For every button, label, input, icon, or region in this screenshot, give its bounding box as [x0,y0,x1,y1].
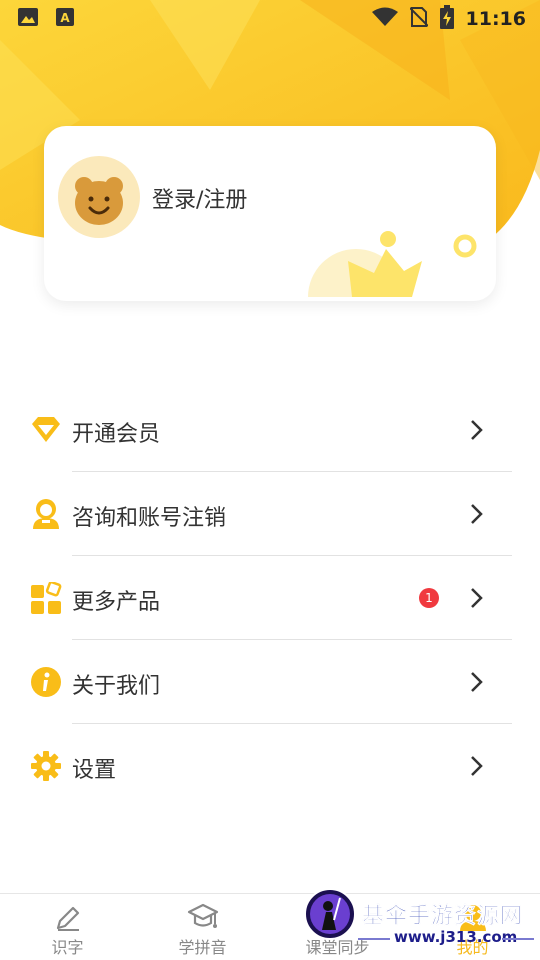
menu-item-membership[interactable]: 开通会员 [0,388,540,472]
menu-item-settings[interactable]: 设置 [0,724,540,808]
settings-menu: 开通会员 咨询和账号注销 更多产品 1 关于我们 设置 [0,388,540,808]
info-icon [30,666,62,698]
menu-item-label: 开通会员 [72,422,161,447]
watermark-title: 基伞手游资源网 [362,904,524,930]
diamond-icon [30,414,62,446]
menu-item-label: 关于我们 [72,674,161,699]
watermark-rule [502,938,534,940]
support-agent-icon [30,498,62,530]
chevron-right-icon [466,502,488,526]
user-card[interactable]: 登录/注册 [44,126,496,301]
menu-item-support[interactable]: 咨询和账号注销 [0,472,540,556]
watermark-url: www.j313.com [394,928,518,946]
menu-item-label: 更多产品 [72,590,161,615]
menu-item-label: 咨询和账号注销 [72,506,227,531]
nav-item-literacy[interactable]: 识字 [0,894,135,960]
font-a-icon: A [56,8,74,30]
status-bar: A 11:16 [0,0,540,38]
battery-charging-icon [439,5,454,33]
login-register-link[interactable]: 登录/注册 [152,182,247,214]
menu-item-about-us[interactable]: 关于我们 [0,640,540,724]
crown-icon [286,227,496,301]
notification-badge: 1 [419,588,439,608]
chevron-right-icon [466,586,488,610]
svg-text:A: A [60,11,70,25]
bear-icon[interactable] [58,156,140,238]
chevron-right-icon [466,670,488,694]
image-icon [18,8,38,30]
watermark-logo-icon [304,888,356,940]
apps-icon [30,580,62,614]
nav-label: 学拼音 [178,938,227,957]
no-sim-icon [408,6,429,32]
chevron-right-icon [466,418,488,442]
menu-item-label: 设置 [72,758,117,783]
nav-item-pinyin[interactable]: 学拼音 [135,894,270,960]
chevron-right-icon [466,754,488,778]
gear-icon [30,750,62,782]
nav-label: 识字 [51,938,84,957]
menu-item-more-products[interactable]: 更多产品 1 [0,556,540,640]
pencil-icon [52,902,84,932]
watermark-rule [358,938,390,940]
graduation-cap-icon [187,902,219,932]
status-time: 11:16 [465,8,526,30]
wifi-icon [371,7,398,31]
watermark: 基伞手游资源网 www.j313.com [302,886,540,960]
